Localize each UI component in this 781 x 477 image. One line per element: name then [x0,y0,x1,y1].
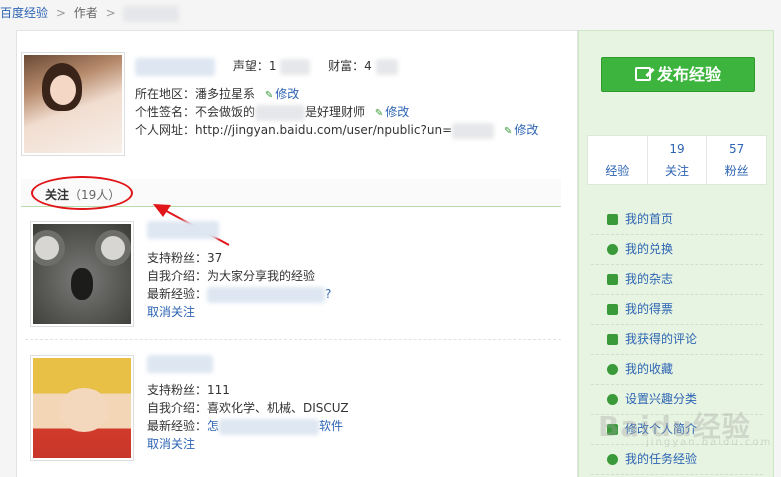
unfollow-link[interactable]: 取消关注 [147,435,349,453]
fans-value: 111 [207,383,230,397]
pencil-icon: ✎ [374,108,384,119]
intro-label: 自我介绍： [147,269,208,283]
stat-experience[interactable]: 经验 [588,136,648,184]
follower-avatar[interactable] [30,355,134,461]
reputation-value: 1 [268,59,277,73]
home-icon [607,214,618,225]
wealth-label: 财富： [328,59,365,73]
task-icon [607,454,618,465]
fans-label: 支持粉丝： [147,251,208,265]
intro-label: 自我介绍： [147,401,208,415]
sidebar-item-favorites[interactable]: 我的收藏 [591,355,763,385]
blurred-username [123,5,180,22]
gear-icon [607,394,618,405]
star-icon [607,364,618,375]
unfollow-link[interactable]: 取消关注 [147,303,331,321]
sidebar-item-magazine[interactable]: 我的杂志 [591,265,763,295]
fans-label: 支持粉丝： [147,383,208,397]
sidebar-item-tasks[interactable]: 我的任务经验 [591,445,763,475]
publish-experience-button[interactable]: 发布经验 [601,57,755,92]
edit-icon [634,67,651,81]
fans-value: 37 [207,251,223,265]
blurred-username[interactable] [147,221,219,239]
magazine-icon [607,274,618,285]
latest-label: 最新经验： [147,287,208,301]
region-label: 所在地区： [135,87,196,101]
stat-following[interactable]: 19 关注 [648,136,708,184]
wealth-value: 4 [364,59,372,73]
votes-icon [607,304,618,315]
sidebar-item-comments[interactable]: 我获得的评论 [591,325,763,355]
sidebar-item-votes[interactable]: 我的得票 [591,295,763,325]
signature-label: 个性签名： [135,105,196,119]
blurred-username [135,57,215,76]
sidebar-item-exchange[interactable]: 我的兑换 [591,235,763,265]
breadcrumb-separator: > [105,6,116,20]
following-header: 关注（19人） [21,176,561,210]
pencil-icon: ✎ [264,90,274,101]
blurred-username[interactable] [147,355,213,373]
comment-icon [607,334,618,345]
follower-avatar[interactable] [30,221,134,327]
edit-url-link[interactable]: ✎ 修改 [504,123,538,137]
stats-panel: 经验 19 关注 57 粉丝 [587,135,767,185]
intro-value: 喜欢化学、机械、DISCUZ [207,401,349,415]
sidebar-item-home[interactable]: 我的首页 [591,205,763,235]
breadcrumb-separator: > [55,6,66,20]
exchange-icon [607,244,618,255]
stat-fans[interactable]: 57 粉丝 [707,136,766,184]
reputation-label: 声望： [232,59,269,73]
breadcrumb-home-link[interactable]: 百度经验 [0,6,48,20]
latest-experience-link[interactable]: ? [325,287,331,301]
latest-experience-link[interactable]: 软件 [319,419,343,433]
url-label: 个人网址： [135,123,196,137]
baidu-watermark: Baidu经验 jingyan.baidu.com [598,410,773,448]
main-panel: 声望：1 财富：4 所在地区：潘多拉星系 ✎ 修改 个性签名：不会做饭的 是好理财师… [16,30,578,477]
region-value: 潘多拉星系 [195,87,256,101]
annotation-circle [31,176,133,210]
latest-label: 最新经验： [147,419,208,433]
divider [25,339,561,340]
edit-region-link[interactable]: ✎ 修改 [265,87,299,101]
edit-signature-link[interactable]: ✎ 修改 [375,105,409,119]
intro-value: 为大家分享我的经验 [207,269,316,283]
breadcrumb: 百度经验 > 作者 > [0,0,180,26]
pencil-icon: ✎ [503,126,513,137]
signature-value: 不会做饭的 [195,105,256,119]
user-avatar[interactable] [21,52,125,156]
breadcrumb-author[interactable]: 作者 [74,6,98,20]
url-value[interactable]: http://jingyan.baidu.com/user/npublic?un… [195,123,452,137]
